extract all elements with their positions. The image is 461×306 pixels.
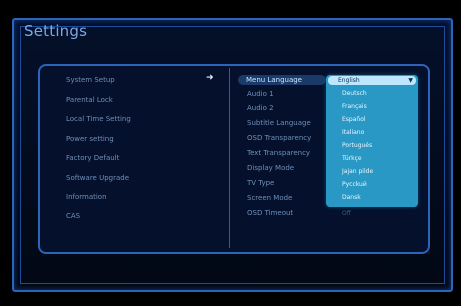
dropdown-current-value[interactable]: English ▼ — [328, 76, 416, 85]
menu-item-audio-1[interactable]: Audio 1 — [247, 90, 274, 98]
language-option[interactable]: Italiano — [342, 129, 364, 136]
dropdown-current-label: English — [338, 77, 360, 84]
menu-item-audio-2[interactable]: Audio 2 — [247, 104, 274, 112]
language-option[interactable]: Español — [342, 116, 366, 123]
menu-item-display-mode[interactable]: Display Mode — [247, 164, 294, 172]
menu-item-osd-transparency[interactable]: OSD Transparency — [247, 134, 311, 142]
language-option[interactable]: Pycckuй — [342, 181, 367, 188]
menu-item-information[interactable]: Information — [66, 193, 107, 201]
panel-divider — [229, 68, 230, 248]
language-option[interactable]: Jajan pilde — [342, 168, 373, 175]
menu-item-osd-timeout[interactable]: OSD Timeout — [247, 209, 293, 217]
menu-item-screen-mode[interactable]: Screen Mode — [247, 194, 292, 202]
right-arrow-icon: ➜ — [206, 73, 214, 83]
language-option[interactable]: Deutsch — [342, 90, 367, 97]
osd-timeout-value: Off — [342, 210, 351, 217]
menu-item-tv-type[interactable]: TV Type — [247, 179, 274, 187]
language-option[interactable]: Dansk — [342, 194, 361, 201]
menu-item-menu-language[interactable]: Menu Language — [238, 75, 326, 85]
menu-item-subtitle-language[interactable]: Subtitle Language — [247, 119, 311, 127]
chevron-down-icon: ▼ — [408, 77, 413, 84]
menu-item-system-setup[interactable]: System Setup — [66, 76, 115, 84]
menu-item-local-time[interactable]: Local Time Setting — [66, 115, 131, 123]
menu-item-text-transparency[interactable]: Text Transparency — [247, 149, 310, 157]
menu-item-cas[interactable]: CAS — [66, 212, 80, 220]
page-title: Settings — [24, 22, 88, 40]
menu-item-factory-default[interactable]: Factory Default — [66, 154, 119, 162]
language-option[interactable]: Portugués — [342, 142, 372, 149]
language-option[interactable]: Français — [342, 103, 367, 110]
language-dropdown[interactable]: English ▼ Deutsch Français Español Itali… — [326, 75, 418, 207]
menu-item-software-upgrade[interactable]: Software Upgrade — [66, 174, 129, 182]
language-option[interactable]: Türkçe — [342, 155, 362, 162]
menu-item-parental-lock[interactable]: Parental Lock — [66, 96, 113, 104]
menu-item-power[interactable]: Power setting — [66, 135, 114, 143]
